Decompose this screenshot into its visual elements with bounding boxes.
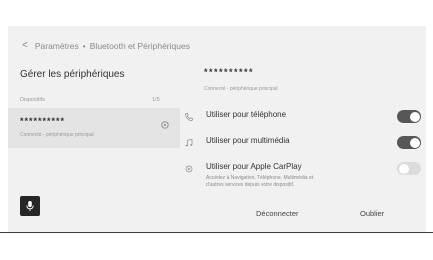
toggle-knob xyxy=(398,163,409,174)
microphone-icon xyxy=(26,201,34,211)
page-title: Gérer les périphériques xyxy=(20,69,125,80)
media-toggle[interactable] xyxy=(397,136,421,149)
settings-icon[interactable] xyxy=(160,120,170,130)
toggle-knob xyxy=(409,111,420,122)
option-carplay-description: Accédez à Navigation, Téléphone, Multimé… xyxy=(206,175,314,189)
device-status: Connecté - périphérique principal xyxy=(20,132,94,138)
carplay-icon xyxy=(185,165,193,173)
phone-toggle[interactable] xyxy=(397,110,421,123)
selected-device-status: Connecté - périphérique principal xyxy=(204,86,278,92)
option-phone-label: Utiliser pour téléphone xyxy=(206,110,287,119)
breadcrumb-current: Bluetooth et Périphériques xyxy=(89,40,190,51)
breadcrumb-parent[interactable]: Paramètres xyxy=(35,41,79,51)
voice-button[interactable] xyxy=(20,196,40,216)
devices-section-label: Dispositifs xyxy=(20,97,46,103)
toggle-knob xyxy=(409,137,420,148)
breadcrumb: < Paramètres • Bluetooth et Périphérique… xyxy=(22,40,190,51)
disconnect-button[interactable]: Déconnecter xyxy=(256,209,299,218)
device-name: ********** xyxy=(20,116,66,126)
back-button[interactable]: < xyxy=(22,40,28,51)
option-carplay-label: Utiliser pour Apple CarPlay xyxy=(206,162,302,171)
breadcrumb-separator: • xyxy=(82,40,86,51)
divider xyxy=(0,232,433,233)
devices-count: 1/5 xyxy=(152,97,160,103)
forget-button[interactable]: Oublier xyxy=(360,209,384,218)
option-media-label: Utiliser pour multimédia xyxy=(206,136,290,145)
device-list-item[interactable]: ********** Connecté - périphérique princ… xyxy=(8,108,180,148)
carplay-toggle[interactable] xyxy=(397,162,421,175)
selected-device-name: ********** xyxy=(204,67,255,77)
phone-icon xyxy=(185,113,193,121)
music-note-icon xyxy=(185,139,193,147)
screen: < Paramètres • Bluetooth et Périphérique… xyxy=(8,26,426,233)
